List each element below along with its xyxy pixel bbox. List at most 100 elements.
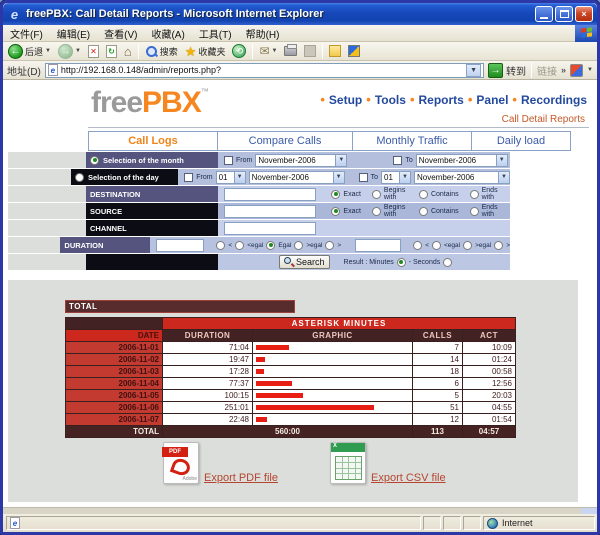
duration-eq-radio[interactable] [266, 241, 275, 250]
address-input[interactable]: e http://192.168.0.148/admin/reports.php… [45, 63, 484, 78]
duration-gte-radio[interactable] [294, 241, 303, 250]
day-mode-radio[interactable] [75, 173, 84, 182]
day-to-checkbox[interactable] [359, 173, 368, 182]
date-cell[interactable]: 2006-11-04 [66, 378, 163, 390]
maximize-button[interactable] [555, 6, 573, 22]
duration2-lt-radio[interactable] [413, 241, 422, 250]
discuss-button[interactable] [327, 45, 343, 57]
csv-file-icon[interactable]: X [330, 442, 366, 484]
result-minutes-radio[interactable] [397, 258, 406, 267]
address-dropdown-icon[interactable]: ▼ [466, 64, 481, 77]
extension-icon[interactable] [570, 64, 583, 77]
destination-exact-radio[interactable] [331, 190, 340, 199]
month-to-select[interactable]: November-2006▼ [416, 154, 508, 167]
mail-dropdown-icon[interactable]: ▼ [272, 48, 278, 54]
stop-button[interactable]: ✕ [86, 45, 101, 58]
print-button[interactable] [282, 46, 299, 56]
refresh-button[interactable]: ↻ [104, 45, 119, 58]
nav-reports[interactable]: Reports [419, 93, 464, 107]
go-button[interactable]: → 转到 [488, 63, 526, 78]
date-cell[interactable]: 2006-11-07 [66, 414, 163, 426]
menu-favorites[interactable]: 收藏(A) [144, 25, 191, 42]
destination-ends-radio[interactable] [470, 190, 479, 199]
mail-button[interactable]: ✉ ▼ [257, 45, 279, 57]
forward-button[interactable]: → ▼ [56, 44, 83, 59]
messenger-button[interactable] [346, 45, 362, 57]
close-button[interactable]: × [575, 6, 593, 22]
date-cell[interactable]: 2006-11-05 [66, 390, 163, 402]
source-begins-radio[interactable] [372, 207, 381, 216]
duration-min-input[interactable] [156, 239, 204, 252]
tab-daily-load[interactable]: Daily load [471, 131, 571, 151]
month-to-checkbox[interactable] [393, 156, 402, 165]
destination-contains-radio[interactable] [419, 190, 428, 199]
date-cell[interactable]: 2006-11-01 [66, 342, 163, 354]
tab-compare-calls[interactable]: Compare Calls [217, 131, 353, 151]
menu-view[interactable]: 查看(V) [97, 25, 144, 42]
date-cell[interactable]: 2006-11-06 [66, 402, 163, 414]
nav-panel[interactable]: Panel [476, 93, 508, 107]
duration-max-input[interactable] [355, 239, 401, 252]
duration2-lte-radio[interactable] [432, 241, 441, 250]
date-cell[interactable]: 2006-11-03 [66, 366, 163, 378]
duration2-gt-radio[interactable] [494, 241, 503, 250]
export-csv-link[interactable]: Export CSV file [371, 472, 446, 484]
search-submit-button[interactable]: Search [279, 255, 330, 269]
mail-icon: ✉ [259, 45, 269, 57]
back-button[interactable]: ← 后退 ▼ [6, 44, 53, 59]
date-cell[interactable]: 2006-11-02 [66, 354, 163, 366]
back-dropdown-icon[interactable]: ▼ [45, 48, 51, 54]
menu-file[interactable]: 文件(F) [3, 25, 50, 42]
tab-call-logs[interactable]: Call Logs [88, 131, 218, 151]
day-mode-label: Selection of the day [88, 173, 159, 182]
form-row-destination: DESTINATION Exact Begins with Contains E… [8, 186, 510, 202]
nav-tools[interactable]: Tools [375, 93, 406, 107]
duration-lt-radio[interactable] [216, 241, 225, 250]
channel-input[interactable] [224, 222, 316, 235]
document-done-icon: e [10, 517, 20, 529]
day-to-month-select[interactable]: November-2006▼ [414, 171, 510, 184]
favorites-button[interactable]: ★ 收藏夹 [183, 45, 228, 58]
links-label[interactable]: 链接 [537, 63, 557, 78]
history-button[interactable]: ⟲ [230, 44, 248, 58]
month-mode-radio[interactable] [90, 156, 99, 165]
day-from-select[interactable]: 01▼ [216, 171, 246, 184]
pdf-file-icon[interactable]: PDF Adobe [163, 442, 199, 484]
source-input[interactable] [224, 205, 316, 218]
title-bar[interactable]: e freePBX: Call Detail Reports - Microso… [3, 3, 597, 25]
source-ends-radio[interactable] [470, 207, 479, 216]
nav-recordings[interactable]: Recordings [521, 93, 587, 107]
duration-bar-cell [253, 402, 413, 414]
scrollbar-corner [581, 508, 597, 514]
export-pdf-link[interactable]: Export PDF file [204, 472, 278, 484]
header-divider [88, 127, 589, 128]
day-from-checkbox[interactable] [184, 173, 193, 182]
source-contains-radio[interactable] [419, 207, 428, 216]
destination-input[interactable] [224, 188, 316, 201]
month-from-select[interactable]: November-2006▼ [255, 154, 347, 167]
minimize-button[interactable] [535, 6, 553, 22]
duration-lte-radio[interactable] [235, 241, 244, 250]
menu-edit[interactable]: 编辑(E) [50, 25, 97, 42]
menu-tools[interactable]: 工具(T) [192, 25, 239, 42]
horizontal-scrollbar[interactable] [3, 507, 597, 514]
month-from-checkbox[interactable] [224, 156, 233, 165]
home-button[interactable]: ⌂ [122, 45, 134, 58]
duration-gt-radio[interactable] [325, 241, 334, 250]
nav-setup[interactable]: Setup [329, 93, 362, 107]
result-seconds-radio[interactable] [443, 258, 452, 267]
search-button[interactable]: 搜索 [143, 45, 180, 58]
source-exact-radio[interactable] [331, 207, 340, 216]
edit-button[interactable] [302, 45, 318, 57]
destination-begins-radio[interactable] [372, 190, 381, 199]
day-from-month-select[interactable]: November-2006▼ [249, 171, 345, 184]
tab-monthly-traffic[interactable]: Monthly Traffic [352, 131, 472, 151]
links-chevron-icon[interactable]: » [561, 65, 566, 75]
extension-dropdown-icon[interactable]: ▼ [587, 67, 593, 73]
day-to-select[interactable]: 01▼ [381, 171, 411, 184]
duration-bar-cell [253, 378, 413, 390]
forward-dropdown-icon[interactable]: ▼ [75, 48, 81, 54]
menu-help[interactable]: 帮助(H) [239, 25, 287, 42]
nav-bullet-icon: • [410, 92, 415, 107]
duration2-gte-radio[interactable] [463, 241, 472, 250]
